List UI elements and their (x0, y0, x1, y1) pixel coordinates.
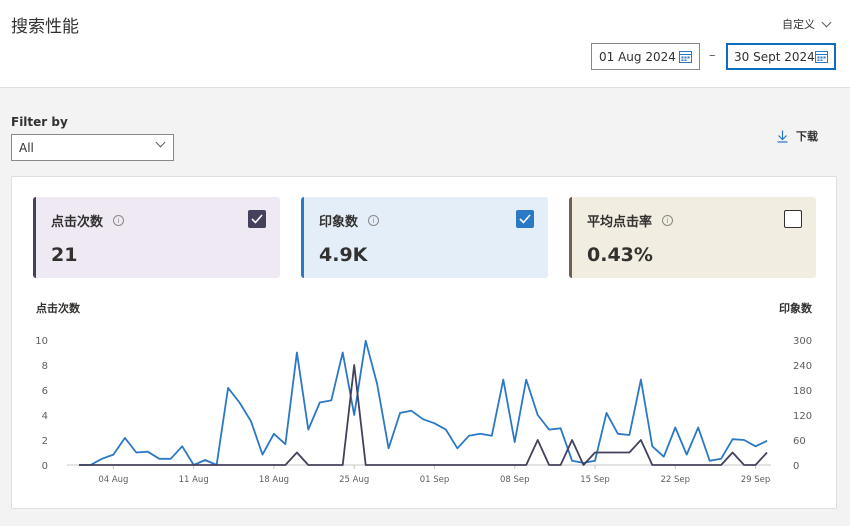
metric-value: 4.9K (319, 244, 368, 266)
y-axis-right-tick-label: 180 (793, 386, 812, 397)
end-date-field[interactable]: 30 Sept 2024 (726, 43, 836, 70)
y-axis-left-tick-label: 6 (42, 386, 48, 397)
y-axis-right-tick-label: 240 (793, 361, 812, 372)
chevron-down-icon (155, 137, 166, 148)
page-title: 搜索性能 (11, 17, 79, 37)
x-axis-tick-label: 29 Sep (741, 475, 771, 485)
calendar-icon[interactable] (815, 50, 828, 63)
metric-card-ctr[interactable]: 平均点击率 i 0.43% (569, 197, 816, 278)
calendar-icon[interactable] (679, 50, 692, 63)
metric-card-impressions[interactable]: 印象数 i 4.9K (301, 197, 548, 278)
info-icon[interactable]: i (368, 215, 380, 226)
metric-label: 点击次数 (51, 215, 104, 230)
date-range-dropdown[interactable]: 自定义 (782, 16, 832, 32)
download-button[interactable]: 下载 (777, 128, 818, 144)
metric-card-clicks[interactable]: 点击次数 i 21 (33, 197, 280, 278)
x-axis-tick-label: 08 Sep (500, 475, 530, 485)
date-separator: – (709, 48, 716, 63)
y-axis-right-tick-label: 0 (793, 461, 799, 472)
left-axis-title: 点击次数 (36, 301, 81, 315)
download-icon (777, 130, 788, 143)
y-axis-right-tick-label: 60 (793, 436, 806, 447)
y-axis-left-tick-label: 4 (42, 411, 48, 422)
performance-card: 点击次数 i 21 印象数 i 4.9K 平均点击率 i 0.43% 点击次数 印象数 0… (11, 176, 837, 509)
filter-label: Filter by (11, 115, 68, 129)
download-label: 下载 (796, 130, 818, 143)
metric-value: 21 (51, 244, 78, 266)
right-axis-title: 印象数 (779, 301, 813, 315)
y-axis-left-tick-label: 2 (42, 436, 48, 447)
x-axis-tick-label: 01 Sep (420, 475, 450, 485)
info-icon[interactable]: i (662, 215, 674, 226)
x-axis-tick-label: 22 Sep (660, 475, 690, 485)
metric-checkbox[interactable] (516, 210, 534, 228)
clicks-series-line (79, 364, 768, 466)
y-axis-right-tick-label: 120 (793, 411, 812, 422)
start-date-value: 01 Aug 2024 (599, 49, 676, 64)
metric-value: 0.43% (587, 244, 653, 266)
filter-dropdown[interactable]: All (11, 134, 174, 161)
metric-checkbox[interactable] (248, 210, 266, 228)
checkmark-icon (251, 214, 263, 224)
checkmark-icon (519, 214, 531, 224)
y-axis-right-tick-label: 300 (793, 336, 812, 347)
x-axis-tick-label: 04 Aug (98, 475, 128, 485)
date-range-label: 自定义 (782, 18, 815, 31)
x-axis-tick-label: 11 Aug (179, 475, 209, 485)
metric-label: 平均点击率 (587, 215, 653, 230)
chevron-down-icon (821, 17, 832, 27)
impressions-series-line (79, 339, 768, 466)
header-bar: 搜索性能 自定义 01 Aug 2024 – 30 Sept 2024 (0, 0, 850, 88)
metric-checkbox[interactable] (784, 210, 802, 228)
metric-label: 印象数 (319, 215, 359, 230)
x-axis-tick-label: 15 Sep (580, 475, 610, 485)
y-axis-left-tick-label: 0 (42, 461, 48, 472)
info-icon[interactable]: i (113, 215, 125, 226)
end-date-value: 30 Sept 2024 (734, 49, 815, 64)
y-axis-left-tick-label: 10 (35, 336, 48, 347)
x-axis-tick-label: 18 Aug (259, 475, 289, 485)
x-axis-tick-label: 25 Aug (339, 475, 369, 485)
filter-value: All (19, 141, 34, 155)
y-axis-left-tick-label: 8 (42, 361, 48, 372)
performance-chart: 点击次数 印象数 0 2 4 6 8 10 0 60 120 180 240 300 04 Aug 11 Au… (35, 301, 813, 485)
start-date-field[interactable]: 01 Aug 2024 (591, 43, 700, 70)
